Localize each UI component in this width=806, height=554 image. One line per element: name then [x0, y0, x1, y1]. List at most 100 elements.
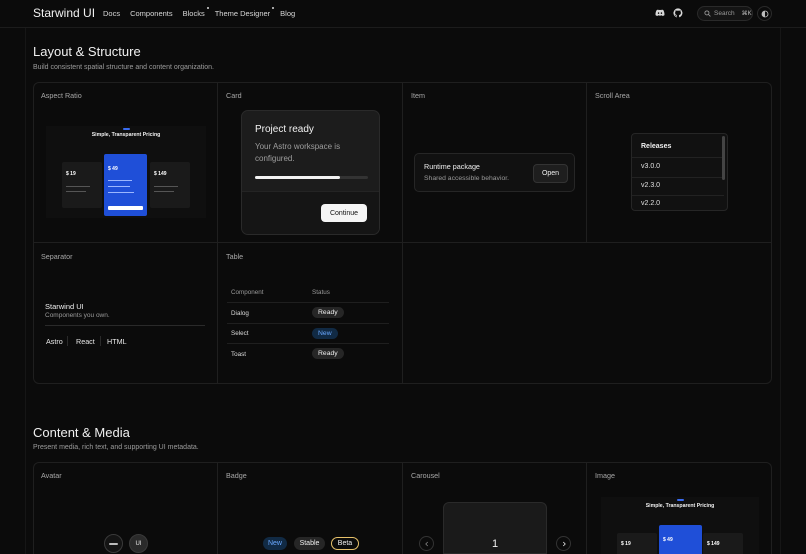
- card-demo: Project ready Your Astro workspace is co…: [241, 110, 380, 235]
- new-dot: [272, 7, 275, 9]
- table-cell-component: Toast: [231, 351, 247, 358]
- table-divider: [227, 343, 389, 344]
- separator-line: [45, 325, 205, 326]
- avatar-image: [104, 534, 123, 553]
- discord-icon[interactable]: [655, 8, 665, 18]
- cell-label: Separator: [41, 252, 73, 261]
- item-title: Runtime package: [424, 162, 480, 171]
- theme-icon: [761, 10, 768, 17]
- pricing-button: [108, 206, 143, 210]
- github-icon[interactable]: [673, 8, 683, 18]
- nav-blog[interactable]: Blog: [280, 9, 295, 18]
- pricing-card: $ 149: [703, 533, 743, 554]
- cell-label: Aspect Ratio: [41, 91, 82, 100]
- badge-stable: Stable: [294, 537, 325, 550]
- pricing-line: [108, 186, 130, 187]
- chevron-right-icon: [562, 541, 566, 546]
- progress-bar: [255, 176, 368, 179]
- release-item: v2.2.0: [641, 200, 661, 207]
- search-button[interactable]: Search ⌘K: [697, 6, 753, 21]
- cell-label: Avatar: [41, 471, 62, 480]
- cell-label: Card: [226, 91, 242, 100]
- nav-blocks-label: Blocks: [182, 9, 205, 18]
- search-label: Search: [714, 10, 735, 17]
- image-demo: Simple, Transparent Pricing $ 19 $ 49 $ …: [601, 497, 759, 554]
- avatar-fallback: UI: [129, 534, 148, 553]
- pricing-line: [108, 180, 132, 181]
- pricing-price: $ 19: [621, 541, 631, 547]
- pricing-title: Simple, Transparent Pricing: [91, 132, 161, 138]
- status-badge: New: [312, 328, 338, 339]
- table-cell-component: Dialog: [231, 310, 249, 317]
- main-nav: Docs Components Blocks Theme Designer Bl…: [103, 7, 295, 18]
- link-html[interactable]: HTML: [107, 337, 127, 346]
- pricing-card-featured: $ 49: [104, 154, 147, 216]
- continue-button[interactable]: Continue: [321, 204, 367, 222]
- guide-line: [780, 28, 781, 554]
- status-badge: Ready: [312, 307, 344, 318]
- section-description: Build consistent spatial structure and c…: [33, 64, 214, 71]
- pricing-title: Simple, Transparent Pricing: [645, 503, 715, 509]
- release-item: v2.3.0: [641, 182, 661, 189]
- item-demo: Runtime package Shared accessible behavi…: [414, 153, 575, 192]
- pricing-price: $ 49: [108, 166, 118, 172]
- scrollbar-thumb[interactable]: [722, 136, 725, 180]
- pricing-price: $ 19: [66, 171, 76, 177]
- guide-line: [25, 28, 26, 554]
- theme-toggle-button[interactable]: [757, 6, 772, 21]
- divider: [632, 195, 724, 196]
- vertical-separator: [100, 336, 101, 346]
- pill-decoration: [123, 128, 130, 130]
- pricing-line: [154, 186, 178, 187]
- search-shortcut: ⌘K: [741, 11, 752, 17]
- carousel-slide: 1: [443, 502, 547, 554]
- badge-new: New: [263, 537, 287, 550]
- carousel-slide-number: 1: [491, 538, 499, 550]
- separator-title: Starwind UI: [45, 302, 84, 311]
- open-button[interactable]: Open: [533, 164, 568, 183]
- pricing-price: $ 149: [154, 171, 167, 177]
- brand-logo[interactable]: Starwind UI: [33, 6, 95, 20]
- pill-decoration: [677, 499, 684, 501]
- status-badge: Ready: [312, 348, 344, 359]
- chevron-left-icon: [424, 541, 428, 546]
- nav-theme-designer-label: Theme Designer: [214, 9, 271, 18]
- section-title: Content & Media: [33, 425, 130, 440]
- table-divider: [227, 302, 389, 303]
- scroll-heading: Releases: [641, 143, 672, 150]
- pricing-line: [108, 192, 134, 193]
- cell-label: Badge: [226, 471, 247, 480]
- nav-blocks[interactable]: Blocks: [182, 7, 209, 18]
- cell-avatar: Avatar: [33, 462, 218, 554]
- site-header: Starwind UI Docs Components Blocks Theme…: [0, 0, 806, 28]
- table-divider: [227, 323, 389, 324]
- badge-beta: Beta: [331, 537, 359, 550]
- nav-docs[interactable]: Docs: [103, 9, 120, 18]
- section-description: Present media, rich text, and supporting…: [33, 444, 199, 451]
- pricing-price: $ 149: [707, 541, 720, 547]
- pricing-card: $ 149: [150, 162, 190, 208]
- link-astro[interactable]: Astro: [46, 337, 63, 346]
- cell-label: Table: [226, 252, 244, 261]
- cell-label: Carousel: [411, 471, 440, 480]
- pricing-line: [66, 191, 86, 192]
- nav-components[interactable]: Components: [130, 9, 173, 18]
- search-icon: [704, 10, 711, 17]
- aspect-ratio-image: Simple, Transparent Pricing $ 19 $ 49 $ …: [46, 126, 206, 218]
- carousel-prev-button[interactable]: [419, 536, 434, 551]
- release-item: v3.0.0: [641, 163, 661, 170]
- link-react[interactable]: React: [76, 337, 95, 346]
- nav-theme-designer[interactable]: Theme Designer: [214, 7, 275, 18]
- pricing-card: $ 19: [62, 162, 102, 208]
- carousel-next-button[interactable]: [556, 536, 571, 551]
- progress-fill: [255, 176, 340, 179]
- cell-label: Item: [411, 91, 425, 100]
- vertical-separator: [67, 336, 68, 346]
- scroll-area-demo[interactable]: Releases v3.0.0 v2.3.0 v2.2.0: [631, 133, 728, 211]
- pricing-price: $ 49: [663, 537, 673, 543]
- divider: [632, 157, 724, 158]
- new-dot: [206, 7, 209, 9]
- pricing-line: [154, 191, 174, 192]
- cell-label: Image: [595, 471, 615, 480]
- avatar-logo: [109, 542, 118, 545]
